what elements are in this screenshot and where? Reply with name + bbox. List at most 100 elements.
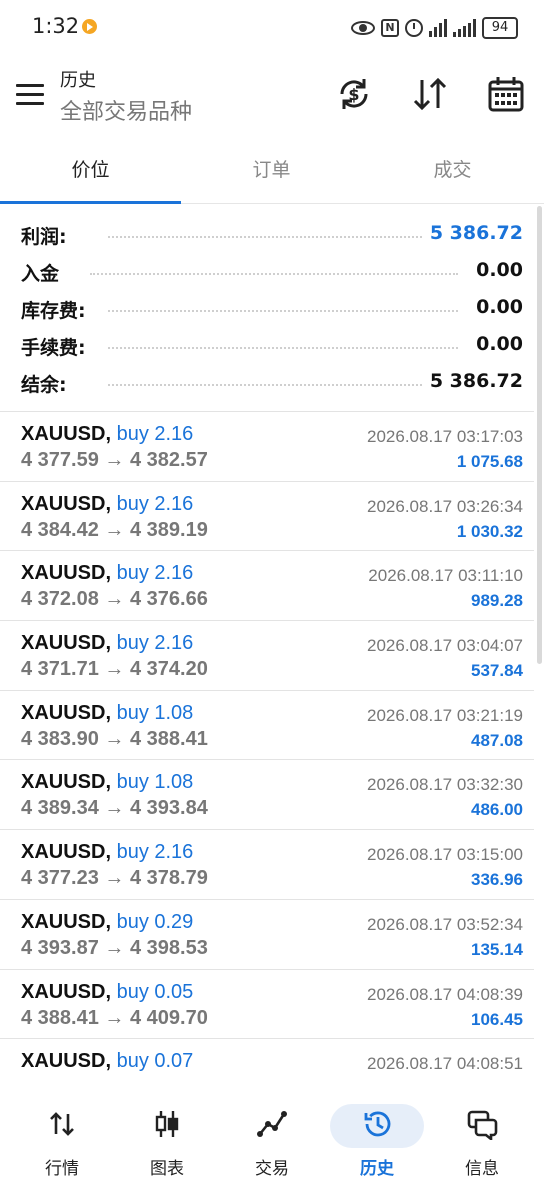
symbol-filter[interactable]: 全部交易品种	[60, 94, 192, 126]
summary-label: 库存费:	[21, 296, 92, 323]
deal-row[interactable]: XAUUSD, buy 2.16 4 377.59 → 4 382.57 202…	[0, 412, 534, 482]
deal-side: buy 2.16	[116, 562, 194, 585]
app-header: 历史 全部交易品种 $	[0, 56, 544, 136]
deal-profit: 486.00	[471, 800, 523, 820]
deal-time: 2026.08.17 03:17:03	[367, 427, 523, 446]
svg-text:$: $	[348, 85, 359, 104]
sort-icon[interactable]	[410, 74, 450, 114]
deal-side: buy 1.08	[116, 771, 194, 794]
summary-row-deposit: 入金 0.00	[0, 253, 544, 290]
page-title: 历史	[60, 70, 96, 91]
deal-prices: 4 377.59 → 4 382.57	[21, 449, 208, 471]
summary-row-commission: 手续费: 0.00	[0, 327, 544, 364]
deal-side: buy 2.16	[116, 841, 194, 864]
deal-profit: 336.96	[471, 870, 523, 890]
deal-time: 2026.08.17 04:08:39	[367, 984, 523, 1004]
deal-time: 2026.08.17 03:32:30	[367, 775, 523, 795]
deal-row[interactable]: XAUUSD, buy 2.16 4 377.23 → 4 378.79 202…	[0, 830, 534, 900]
deal-side: buy 2.16	[116, 423, 194, 445]
nav-label: 图表	[150, 1159, 184, 1179]
deal-symbol: XAUUSD,	[21, 841, 112, 864]
deal-time: 2026.08.17 03:52:34	[367, 914, 523, 934]
deal-side: buy 0.05	[116, 980, 194, 1003]
deal-symbol: XAUUSD,	[21, 910, 112, 933]
alarm-icon	[405, 19, 423, 37]
cell-signal-icon	[453, 19, 476, 37]
deal-prices: 4 372.08 → 4 376.66	[21, 588, 208, 611]
tab-bar: 价位 订单 成交	[0, 140, 544, 204]
deal-row[interactable]: XAUUSD, buy 1.08 4 389.34 → 4 393.84 202…	[0, 760, 534, 831]
nav-label: 历史	[360, 1159, 394, 1179]
messages-chat-icon	[467, 1110, 498, 1140]
deal-symbol: XAUUSD,	[21, 1050, 112, 1073]
wifi-signal-icon	[429, 19, 447, 37]
deal-profit: 106.45	[471, 1009, 523, 1029]
deal-profit: 135.14	[471, 939, 523, 959]
deal-prices: 4 377.23 → 4 378.79	[21, 867, 208, 890]
nav-messages[interactable]: 信息	[430, 1090, 534, 1190]
deal-symbol: XAUUSD,	[21, 980, 112, 1003]
deal-row[interactable]: XAUUSD, buy 1.08 4 383.90 → 4 388.41 202…	[0, 691, 534, 761]
tab-positions[interactable]: 价位	[0, 140, 181, 204]
currency-sync-icon[interactable]: $	[334, 74, 374, 114]
tab-deals[interactable]: 成交	[362, 140, 543, 204]
deal-prices: 4 388.41 → 4 409.70	[21, 1006, 208, 1029]
nav-charts[interactable]: 图表	[115, 1090, 219, 1190]
deal-profit: 487.08	[471, 730, 523, 750]
summary-label: 入金	[21, 259, 66, 286]
nfc-icon: N	[381, 19, 399, 37]
deal-row[interactable]: XAUUSD, buy 0.29 4 393.87 → 4 398.53 202…	[0, 900, 534, 970]
deal-symbol: XAUUSD,	[21, 423, 112, 445]
deal-prices: 4 383.90 → 4 388.41	[21, 727, 208, 750]
deal-side: buy 2.16	[116, 632, 194, 655]
deal-profit: 1 030.32	[456, 521, 523, 541]
calendar-icon[interactable]	[486, 74, 526, 114]
deal-prices: 4 384.42 → 4 389.19	[21, 518, 208, 541]
summary-panel: 利润: 5 386.72 入金 0.00 库存费: 0.00 手续费: 0.00…	[0, 216, 544, 401]
deal-profit: 537.84	[471, 661, 523, 681]
nav-trade[interactable]: 交易	[220, 1090, 324, 1190]
deal-time: 2026.08.17 03:21:19	[367, 705, 523, 725]
deal-side: buy 2.16	[116, 492, 194, 515]
nav-quotes[interactable]: 行情	[10, 1090, 114, 1190]
deal-prices: 4 393.87 → 4 398.53	[21, 936, 208, 959]
battery-icon: 94	[482, 17, 518, 39]
nav-history[interactable]: 历史	[325, 1090, 429, 1190]
summary-row-profit: 利润: 5 386.72	[0, 216, 544, 253]
scrollbar[interactable]	[537, 206, 542, 664]
deal-row[interactable]: XAUUSD, buy 2.16 4 371.71 → 4 374.20 202…	[0, 621, 534, 691]
deal-symbol: XAUUSD,	[21, 771, 112, 794]
deal-prices: 4 371.71 → 4 374.20	[21, 658, 208, 681]
nav-label: 行情	[45, 1159, 79, 1179]
deal-prices: 4 389.34 → 4 393.84	[21, 797, 208, 820]
nav-label: 信息	[465, 1159, 499, 1179]
status-icons: N 94	[351, 16, 518, 40]
summary-row-swap: 库存费: 0.00	[0, 290, 544, 327]
deal-time: 2026.08.17 03:15:00	[367, 845, 523, 865]
deal-row[interactable]: XAUUSD, buy 2.16 4 384.42 → 4 389.19 202…	[0, 482, 534, 552]
menu-icon[interactable]	[16, 84, 44, 106]
tab-orders[interactable]: 订单	[181, 140, 362, 204]
nav-label: 交易	[255, 1159, 289, 1179]
summary-label: 手续费:	[21, 333, 92, 360]
trade-line-icon	[257, 1111, 287, 1137]
eye-icon	[351, 21, 375, 35]
deal-row[interactable]: XAUUSD, buy 0.05 4 388.41 → 4 409.70 202…	[0, 970, 534, 1040]
deal-symbol: XAUUSD,	[21, 492, 112, 515]
deal-time: 2026.08.17 03:26:34	[367, 496, 523, 516]
deal-side: buy 0.29	[116, 910, 194, 933]
bottom-nav: 行情 图表 交易 历史 信息	[0, 1090, 544, 1200]
summary-value: 0.00	[468, 333, 523, 355]
active-tab-indicator	[0, 201, 181, 204]
deal-profit: 1 075.68	[456, 452, 523, 471]
deal-row[interactable]: XAUUSD, buy 2.16 4 372.08 → 4 376.66 202…	[0, 551, 534, 622]
summary-label: 结余:	[21, 370, 73, 397]
history-clock-icon	[364, 1111, 391, 1137]
deal-side: buy 1.08	[116, 701, 194, 724]
summary-value: 5 386.72	[421, 370, 523, 392]
summary-value: 0.00	[468, 259, 523, 281]
summary-value: 0.00	[468, 296, 523, 318]
deals-list: XAUUSD, buy 2.16 4 377.59 → 4 382.57 202…	[0, 412, 534, 1109]
summary-label: 利润:	[21, 222, 73, 249]
media-playing-icon	[82, 19, 97, 34]
